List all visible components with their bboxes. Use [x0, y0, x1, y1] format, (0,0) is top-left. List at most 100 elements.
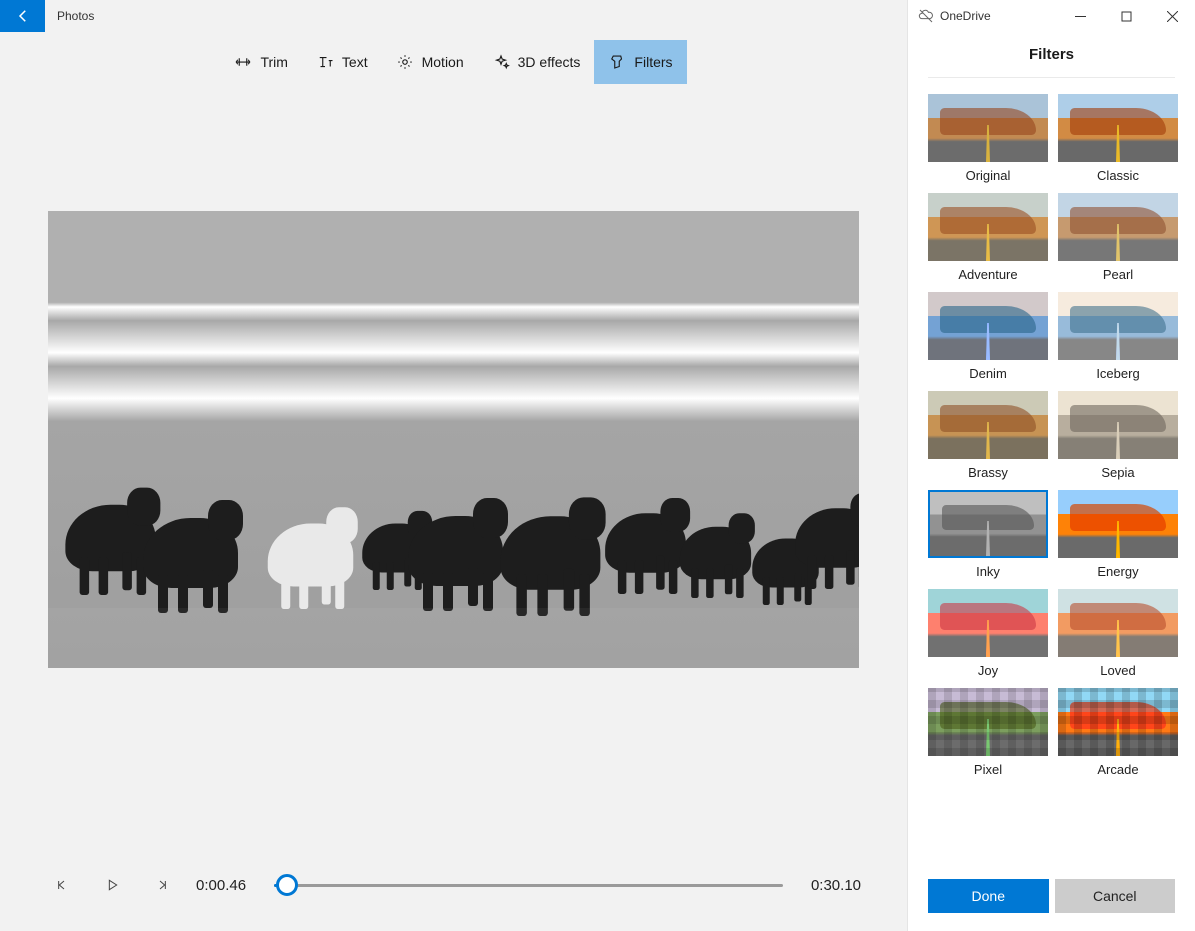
filter-denim[interactable]: Denim [928, 292, 1048, 381]
filter-pearl[interactable]: Pearl [1058, 193, 1178, 282]
tool-label: Trim [260, 54, 287, 70]
thumb-image [1058, 589, 1178, 657]
title-bar: Photos [0, 0, 907, 32]
preview-image [605, 513, 686, 573]
filter-thumb [1058, 292, 1178, 360]
preview-image [501, 516, 601, 590]
filters-icon [608, 53, 626, 71]
filter-thumb [928, 589, 1048, 657]
tool-label: Motion [422, 54, 464, 70]
minimize-button[interactable] [1057, 0, 1103, 32]
close-icon [1167, 11, 1178, 22]
thumb-image [928, 193, 1048, 261]
minimize-icon [1075, 11, 1086, 22]
motion-icon [396, 53, 414, 71]
maximize-icon [1121, 11, 1132, 22]
thumb-image [930, 492, 1046, 556]
onedrive-status[interactable]: OneDrive [918, 8, 991, 24]
tool-text[interactable]: Text [302, 40, 382, 84]
thumb-image [1058, 94, 1178, 162]
filter-thumb [1058, 94, 1178, 162]
thumb-image [1058, 391, 1178, 459]
onedrive-label: OneDrive [940, 9, 991, 23]
preview-image [48, 608, 859, 668]
filter-pixel[interactable]: Pixel [928, 688, 1048, 777]
filter-thumb [1058, 490, 1178, 558]
thumb-image [928, 94, 1048, 162]
tool-label: Text [342, 54, 368, 70]
filter-label: Energy [1097, 564, 1138, 579]
frame-back-button[interactable] [46, 869, 78, 901]
filter-label: Sepia [1101, 465, 1134, 480]
maximize-button[interactable] [1103, 0, 1149, 32]
thumb-image [928, 688, 1048, 756]
panel-title: Filters [928, 32, 1175, 78]
tool-label: Filters [634, 54, 672, 70]
filter-label: Loved [1100, 663, 1135, 678]
frame-back-icon [54, 877, 70, 893]
filter-classic[interactable]: Classic [1058, 94, 1178, 183]
seek-slider[interactable] [274, 873, 783, 897]
filter-label: Adventure [958, 267, 1017, 282]
filter-thumb [1058, 688, 1178, 756]
filter-thumb [1058, 589, 1178, 657]
thumb-image [1058, 490, 1178, 558]
filter-thumb [928, 490, 1048, 558]
filter-thumb [928, 391, 1048, 459]
tool-motion[interactable]: Motion [382, 40, 478, 84]
total-time: 0:30.10 [801, 877, 861, 894]
filter-inky[interactable]: Inky [928, 490, 1048, 579]
tool-trim[interactable]: Trim [220, 40, 301, 84]
tool-filters[interactable]: Filters [594, 40, 686, 84]
toolbar: Trim Text Motion 3D effects Filters [0, 40, 907, 84]
filter-thumb [1058, 193, 1178, 261]
arrow-left-icon [14, 7, 32, 25]
play-button[interactable] [96, 869, 128, 901]
side-title-bar: OneDrive [908, 0, 1195, 32]
filter-sepia[interactable]: Sepia [1058, 391, 1178, 480]
cloud-off-icon [918, 8, 934, 24]
filters-panel: Original Classic Adventure PearlDenim Iceber… [908, 78, 1195, 863]
filter-label: Joy [978, 663, 998, 678]
preview-image [268, 524, 354, 587]
filter-thumb [1058, 391, 1178, 459]
filter-adventure[interactable]: Adventure [928, 193, 1048, 282]
filter-label: Classic [1097, 168, 1139, 183]
filter-thumb [928, 292, 1048, 360]
tool-label: 3D effects [518, 54, 581, 70]
filter-thumb [928, 193, 1048, 261]
filter-iceberg[interactable]: Iceberg [1058, 292, 1178, 381]
thumb-image [928, 589, 1048, 657]
cancel-button[interactable]: Cancel [1055, 879, 1176, 913]
close-button[interactable] [1149, 0, 1195, 32]
filter-label: Iceberg [1096, 366, 1139, 381]
done-button[interactable]: Done [928, 879, 1049, 913]
app-title: Photos [57, 9, 94, 23]
preview-image [408, 516, 503, 586]
filter-thumb [928, 688, 1048, 756]
video-preview[interactable] [48, 211, 859, 668]
tool-3d-effects[interactable]: 3D effects [478, 40, 595, 84]
thumb-image [928, 292, 1048, 360]
back-button[interactable] [0, 0, 45, 32]
filter-energy[interactable]: Energy [1058, 490, 1178, 579]
frame-forward-button[interactable] [146, 869, 178, 901]
filter-label: Brassy [968, 465, 1008, 480]
filter-original[interactable]: Original [928, 94, 1048, 183]
text-icon [316, 53, 334, 71]
filter-brassy[interactable]: Brassy [928, 391, 1048, 480]
filter-arcade[interactable]: Arcade [1058, 688, 1178, 777]
player-controls: 0:00.46 0:30.10 [46, 869, 861, 901]
thumb-image [1058, 292, 1178, 360]
filter-joy[interactable]: Joy [928, 589, 1048, 678]
panel-footer: Done Cancel [908, 863, 1195, 931]
filter-label: Arcade [1097, 762, 1138, 777]
play-icon [104, 877, 120, 893]
filter-loved[interactable]: Loved [1058, 589, 1178, 678]
seek-track [274, 884, 783, 887]
filter-label: Inky [976, 564, 1000, 579]
frame-forward-icon [154, 877, 170, 893]
current-time: 0:00.46 [196, 877, 256, 894]
seek-knob[interactable] [276, 874, 298, 896]
preview-image [48, 211, 859, 668]
